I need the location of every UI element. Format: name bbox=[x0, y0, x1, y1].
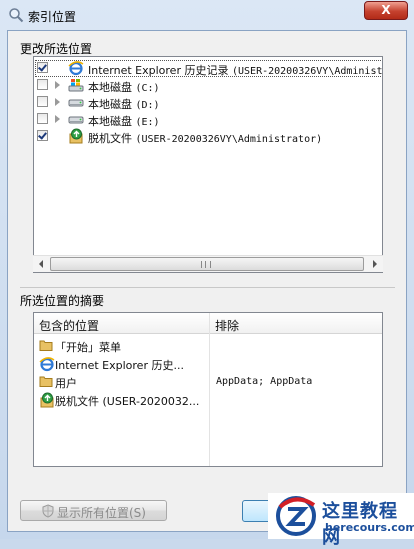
site-watermark: 这里教程网 herecours.com bbox=[268, 493, 414, 548]
system-drive-icon bbox=[68, 77, 84, 93]
scroll-right-arrow-icon[interactable] bbox=[366, 256, 383, 272]
included-location: 「开始」菜单 bbox=[55, 341, 121, 354]
location-checkbox[interactable] bbox=[37, 113, 48, 124]
show-all-locations-label: 显示所有位置(S) bbox=[57, 506, 146, 520]
included-location: 脱机文件 (USER-2020032... bbox=[55, 395, 200, 408]
offline-files-icon bbox=[68, 128, 84, 144]
close-button[interactable]: X bbox=[364, 1, 408, 20]
indexing-locations-dialog: 索引位置 X 更改所选位置 Internet Explorer 历史记录 (US… bbox=[0, 0, 414, 548]
location-checkbox[interactable] bbox=[37, 96, 48, 107]
tree-item-label: 本地磁盘 (C:) bbox=[88, 79, 160, 95]
tree-item-label: 脱机文件 (USER-20200326VY\Administrator) bbox=[88, 130, 322, 146]
watermark-url: herecours.com bbox=[325, 521, 414, 534]
change-locations-label: 更改所选位置 bbox=[20, 42, 93, 56]
local-drive-icon bbox=[68, 111, 84, 127]
offline-files-icon bbox=[39, 392, 54, 408]
window-title: 索引位置 bbox=[28, 10, 77, 24]
grip-icon bbox=[201, 261, 211, 268]
tree-item[interactable]: 本地磁盘 (E:) bbox=[34, 111, 382, 129]
tree-item-detail: (USER-20200326VY\Administrator) bbox=[231, 66, 383, 77]
tree-item[interactable]: 本地磁盘 (D:) bbox=[34, 94, 382, 112]
summary-row: Internet Explorer 历史... bbox=[34, 355, 382, 372]
folder-icon bbox=[39, 374, 53, 388]
column-header-included-label: 包含的位置 bbox=[39, 319, 100, 333]
internet-explorer-icon bbox=[39, 356, 55, 372]
tree-item-name: Internet Explorer 历史记录 bbox=[88, 64, 229, 77]
watermark-logo-icon bbox=[276, 496, 316, 536]
local-drive-icon bbox=[68, 94, 84, 110]
tree-item-name: 本地磁盘 bbox=[88, 115, 132, 128]
shield-icon bbox=[42, 504, 54, 518]
summary-label: 所选位置的摘要 bbox=[20, 294, 105, 308]
tree-item[interactable]: Internet Explorer 历史记录 (USER-20200326VY\… bbox=[34, 60, 383, 78]
column-header-excluded[interactable]: 排除 bbox=[210, 313, 382, 334]
included-location: Internet Explorer 历史... bbox=[55, 359, 184, 372]
search-index-icon bbox=[9, 8, 24, 23]
tree-item-detail: (E:) bbox=[135, 117, 160, 128]
scroll-left-arrow-icon[interactable] bbox=[33, 256, 50, 272]
tree-item-detail: (C:) bbox=[135, 83, 160, 94]
divider bbox=[20, 287, 395, 288]
tree-item[interactable]: 本地磁盘 (C:) bbox=[34, 77, 382, 95]
folder-icon bbox=[39, 338, 53, 352]
column-header-excluded-label: 排除 bbox=[215, 319, 240, 333]
tree-item-label: 本地磁盘 (D:) bbox=[88, 96, 160, 112]
expand-arrow-icon[interactable] bbox=[55, 98, 60, 106]
title-bar: 索引位置 X bbox=[0, 0, 414, 30]
location-checkbox[interactable] bbox=[37, 130, 48, 141]
tree-item-name: 本地磁盘 bbox=[88, 98, 132, 111]
close-icon: X bbox=[381, 3, 391, 17]
column-header-included[interactable]: 包含的位置 bbox=[34, 313, 210, 334]
tree-item-detail: (USER-20200326VY\Administrator) bbox=[135, 134, 323, 145]
excluded-items: AppData; AppData bbox=[216, 376, 313, 387]
tree-item[interactable]: 脱机文件 (USER-20200326VY\Administrator) bbox=[34, 128, 382, 146]
location-checkbox[interactable] bbox=[37, 79, 48, 90]
tree-item-detail: (D:) bbox=[135, 100, 160, 111]
locations-tree[interactable]: Internet Explorer 历史记录 (USER-20200326VY\… bbox=[33, 56, 383, 273]
tree-item-label: Internet Explorer 历史记录 (USER-20200326VY\… bbox=[88, 62, 383, 78]
internet-explorer-icon bbox=[68, 60, 84, 76]
summary-row: 用户 AppData; AppData bbox=[34, 373, 382, 390]
tree-item-label: 本地磁盘 (E:) bbox=[88, 113, 160, 129]
location-checkbox[interactable] bbox=[37, 62, 48, 73]
scroll-thumb[interactable] bbox=[50, 257, 364, 271]
expand-arrow-icon[interactable] bbox=[55, 115, 60, 123]
tree-item-name: 本地磁盘 bbox=[88, 81, 132, 94]
included-location: 用户 bbox=[55, 377, 77, 390]
expand-arrow-icon[interactable] bbox=[55, 81, 60, 89]
summary-table: 包含的位置 排除 「开始」菜单 Internet Explorer 历史... 用户… bbox=[33, 312, 383, 467]
summary-row: 「开始」菜单 bbox=[34, 337, 382, 354]
show-all-locations-button[interactable]: 显示所有位置(S) bbox=[20, 500, 167, 521]
horizontal-scrollbar[interactable] bbox=[33, 255, 383, 272]
summary-row: 脱机文件 (USER-2020032... bbox=[34, 391, 382, 408]
tree-item-name: 脱机文件 bbox=[88, 132, 132, 145]
